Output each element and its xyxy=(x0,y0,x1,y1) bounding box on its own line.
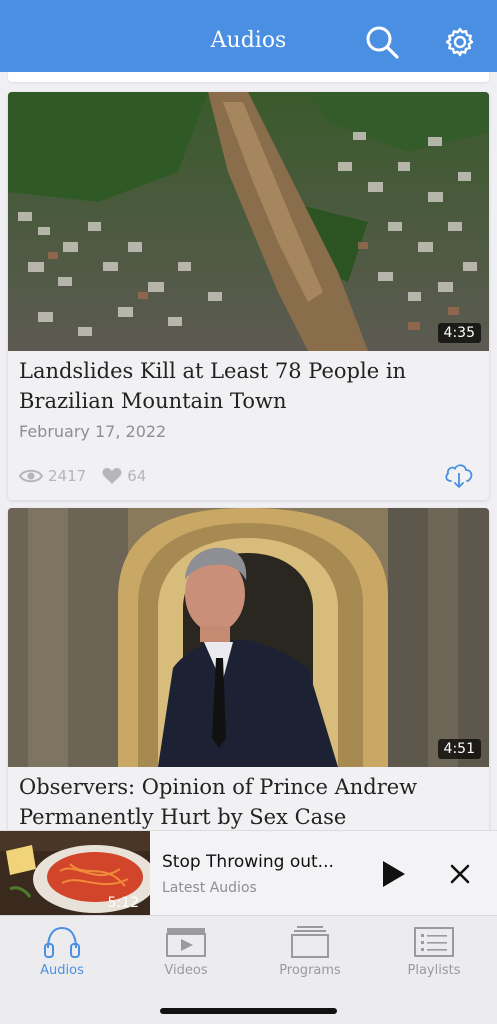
tab-programs[interactable]: Programs xyxy=(248,916,372,986)
mini-player-thumbnail[interactable]: 5:12 xyxy=(0,831,150,916)
mini-player-title[interactable]: Stop Throwing out... xyxy=(162,852,334,872)
likes-count: 64 xyxy=(127,467,147,485)
previous-card-edge xyxy=(8,72,489,82)
tab-audios[interactable]: Audios xyxy=(0,916,124,986)
play-icon xyxy=(383,861,405,887)
play-button[interactable] xyxy=(378,859,408,889)
stack-icon xyxy=(291,926,329,958)
tab-label: Audios xyxy=(40,963,84,978)
views-stat: 2417 xyxy=(19,467,86,485)
audio-stats: 2417 64 xyxy=(19,467,162,485)
eye-icon xyxy=(19,469,43,483)
clapperboard-icon xyxy=(166,928,206,957)
app-header: Audios xyxy=(0,0,497,72)
tab-label: Programs xyxy=(279,963,341,978)
tab-playlists[interactable]: Playlists xyxy=(372,916,496,986)
duration-badge: 4:51 xyxy=(437,739,481,759)
views-count: 2417 xyxy=(48,467,87,485)
audio-feed[interactable]: 4:35 Landslides Kill at Least 78 People … xyxy=(0,72,497,830)
audio-card[interactable]: 4:51 Observers: Opinion of Prince Andrew… xyxy=(8,508,489,830)
likes-stat[interactable]: 64 xyxy=(102,467,146,485)
page-title: Audios xyxy=(210,28,287,53)
close-button[interactable] xyxy=(446,860,474,888)
audio-thumbnail[interactable]: 4:35 xyxy=(8,92,489,351)
tab-label: Videos xyxy=(164,963,208,978)
cloud-download-icon xyxy=(445,464,473,488)
search-icon xyxy=(366,26,399,59)
headphones-icon xyxy=(44,926,80,958)
audio-title[interactable]: Observers: Opinion of Prince Andrew Perm… xyxy=(19,772,479,830)
list-icon xyxy=(414,927,454,957)
audio-title[interactable]: Landslides Kill at Least 78 People in Br… xyxy=(19,356,479,416)
tab-label: Playlists xyxy=(407,963,461,978)
gear-icon xyxy=(445,27,474,57)
download-button[interactable] xyxy=(443,460,475,490)
prince-andrew-photo xyxy=(8,508,489,767)
audio-thumbnail[interactable]: 4:51 xyxy=(8,508,489,767)
duration-badge: 5:12 xyxy=(107,895,139,911)
duration-badge: 4:35 xyxy=(437,323,481,343)
close-icon xyxy=(450,864,470,884)
audio-card[interactable]: 4:35 Landslides Kill at Least 78 People … xyxy=(8,92,489,500)
audio-date: February 17, 2022 xyxy=(19,422,167,441)
tab-videos[interactable]: Videos xyxy=(124,916,248,986)
tab-bar: Audios Videos Programs Playlists xyxy=(0,915,497,1024)
heart-icon xyxy=(102,468,122,484)
mini-player[interactable]: 5:12 Stop Throwing out... Latest Audios xyxy=(0,830,497,916)
mini-player-subtitle: Latest Audios xyxy=(162,880,257,896)
landslide-photo xyxy=(8,92,489,351)
home-indicator xyxy=(160,1008,337,1014)
settings-button[interactable] xyxy=(440,22,480,62)
search-button[interactable] xyxy=(362,22,402,62)
